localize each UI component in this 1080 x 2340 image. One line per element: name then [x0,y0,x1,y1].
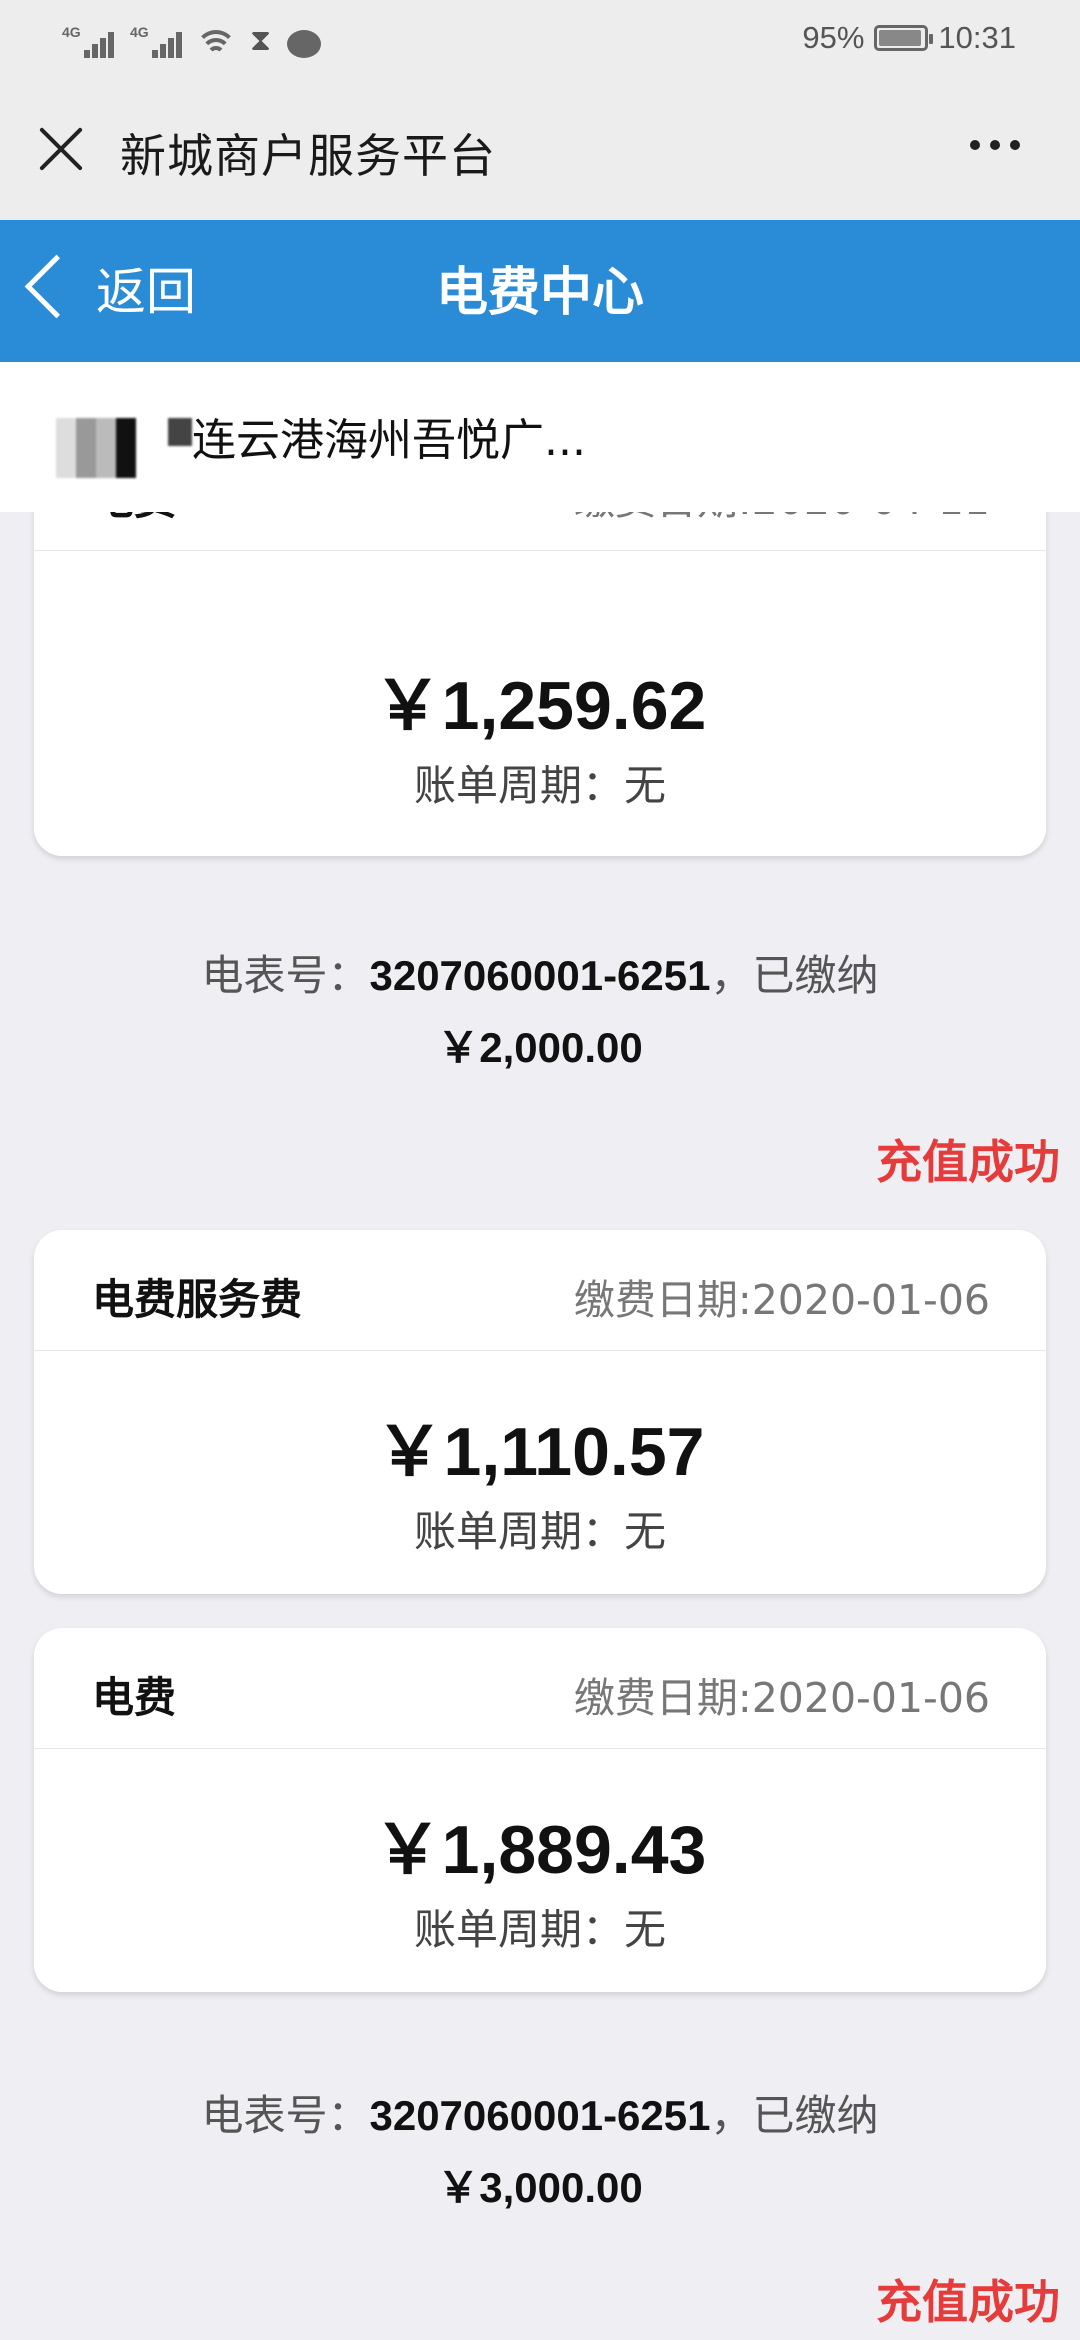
message-icon [287,30,322,58]
app-title: 新城商户服务平台 [120,129,496,183]
recharge-status: 充值成功 [876,1135,1060,1189]
redacted-blur [56,418,136,478]
paid-amount: ￥2,000.00 [437,1024,643,1071]
status-icons-left: 4G 4G ⧗ [62,18,322,58]
cellular-signal-icon: 4G [130,24,182,58]
clock: 10:31 [938,20,1016,55]
meter-suffix: ，已缴纳 [710,951,879,1000]
bill-card[interactable]: 电费 缴费日期:2020-01-06 ￥1,889.43 账单周期：无 [34,1628,1046,1992]
hourglass-icon: ⧗ [250,23,272,58]
bill-period: 账单周期：无 [413,761,666,810]
close-icon[interactable] [34,122,88,176]
bill-amount: ￥1,110.57 [375,1414,705,1490]
recharge-status: 充值成功 [876,2275,1060,2329]
redacted-blur [168,418,192,446]
bill-amount: ￥1,259.62 [373,668,707,744]
payment-date: 缴费日期:2020-01-06 [573,1674,990,1722]
cellular-signal-icon: 4G [62,24,114,58]
bill-type: 电费 [92,1673,177,1722]
bill-amount: ￥1,889.43 [373,1812,707,1888]
meter-prefix: 电表号： [201,951,370,1000]
bill-period: 账单周期：无 [413,1507,666,1556]
location-name: 连云港海州吾悦广... [192,415,586,466]
more-options-icon[interactable] [970,140,1020,150]
bill-period: 账单周期：无 [413,1905,666,1954]
card-header: 电费 缴费日期:2020-01-06 [34,1628,1046,1749]
page-title: 电费中心 [435,263,644,323]
battery-percent: 95% [802,20,865,55]
status-icons-right: 95% 10:31 [802,14,1016,62]
card-header: 电费服务费 缴费日期:2020-01-06 [34,1230,1046,1351]
bill-type: 电费服务费 [92,1275,303,1324]
paid-amount: ￥3,000.00 [437,2164,643,2211]
meter-info: 电表号：3207060001-6251，已缴纳 [0,942,1080,1003]
network-type-label: 4G [130,24,149,40]
meter-suffix: ，已缴纳 [710,2091,879,2140]
network-type-label: 4G [62,24,81,40]
meter-prefix: 电表号： [201,2091,370,2140]
payment-date: 缴费日期:2020-01-06 [573,1276,990,1324]
bill-card[interactable]: 电费服务费 缴费日期:2020-01-06 ￥1,110.57 账单周期：无 [34,1230,1046,1594]
battery-level [879,30,922,46]
meter-info: 电表号：3207060001-6251，已缴纳 [0,2082,1080,2143]
wifi-icon [195,28,237,58]
battery-icon [874,25,934,51]
meter-number: 3207060001-6251 [369,952,711,999]
meter-number: 3207060001-6251 [369,2092,711,2139]
